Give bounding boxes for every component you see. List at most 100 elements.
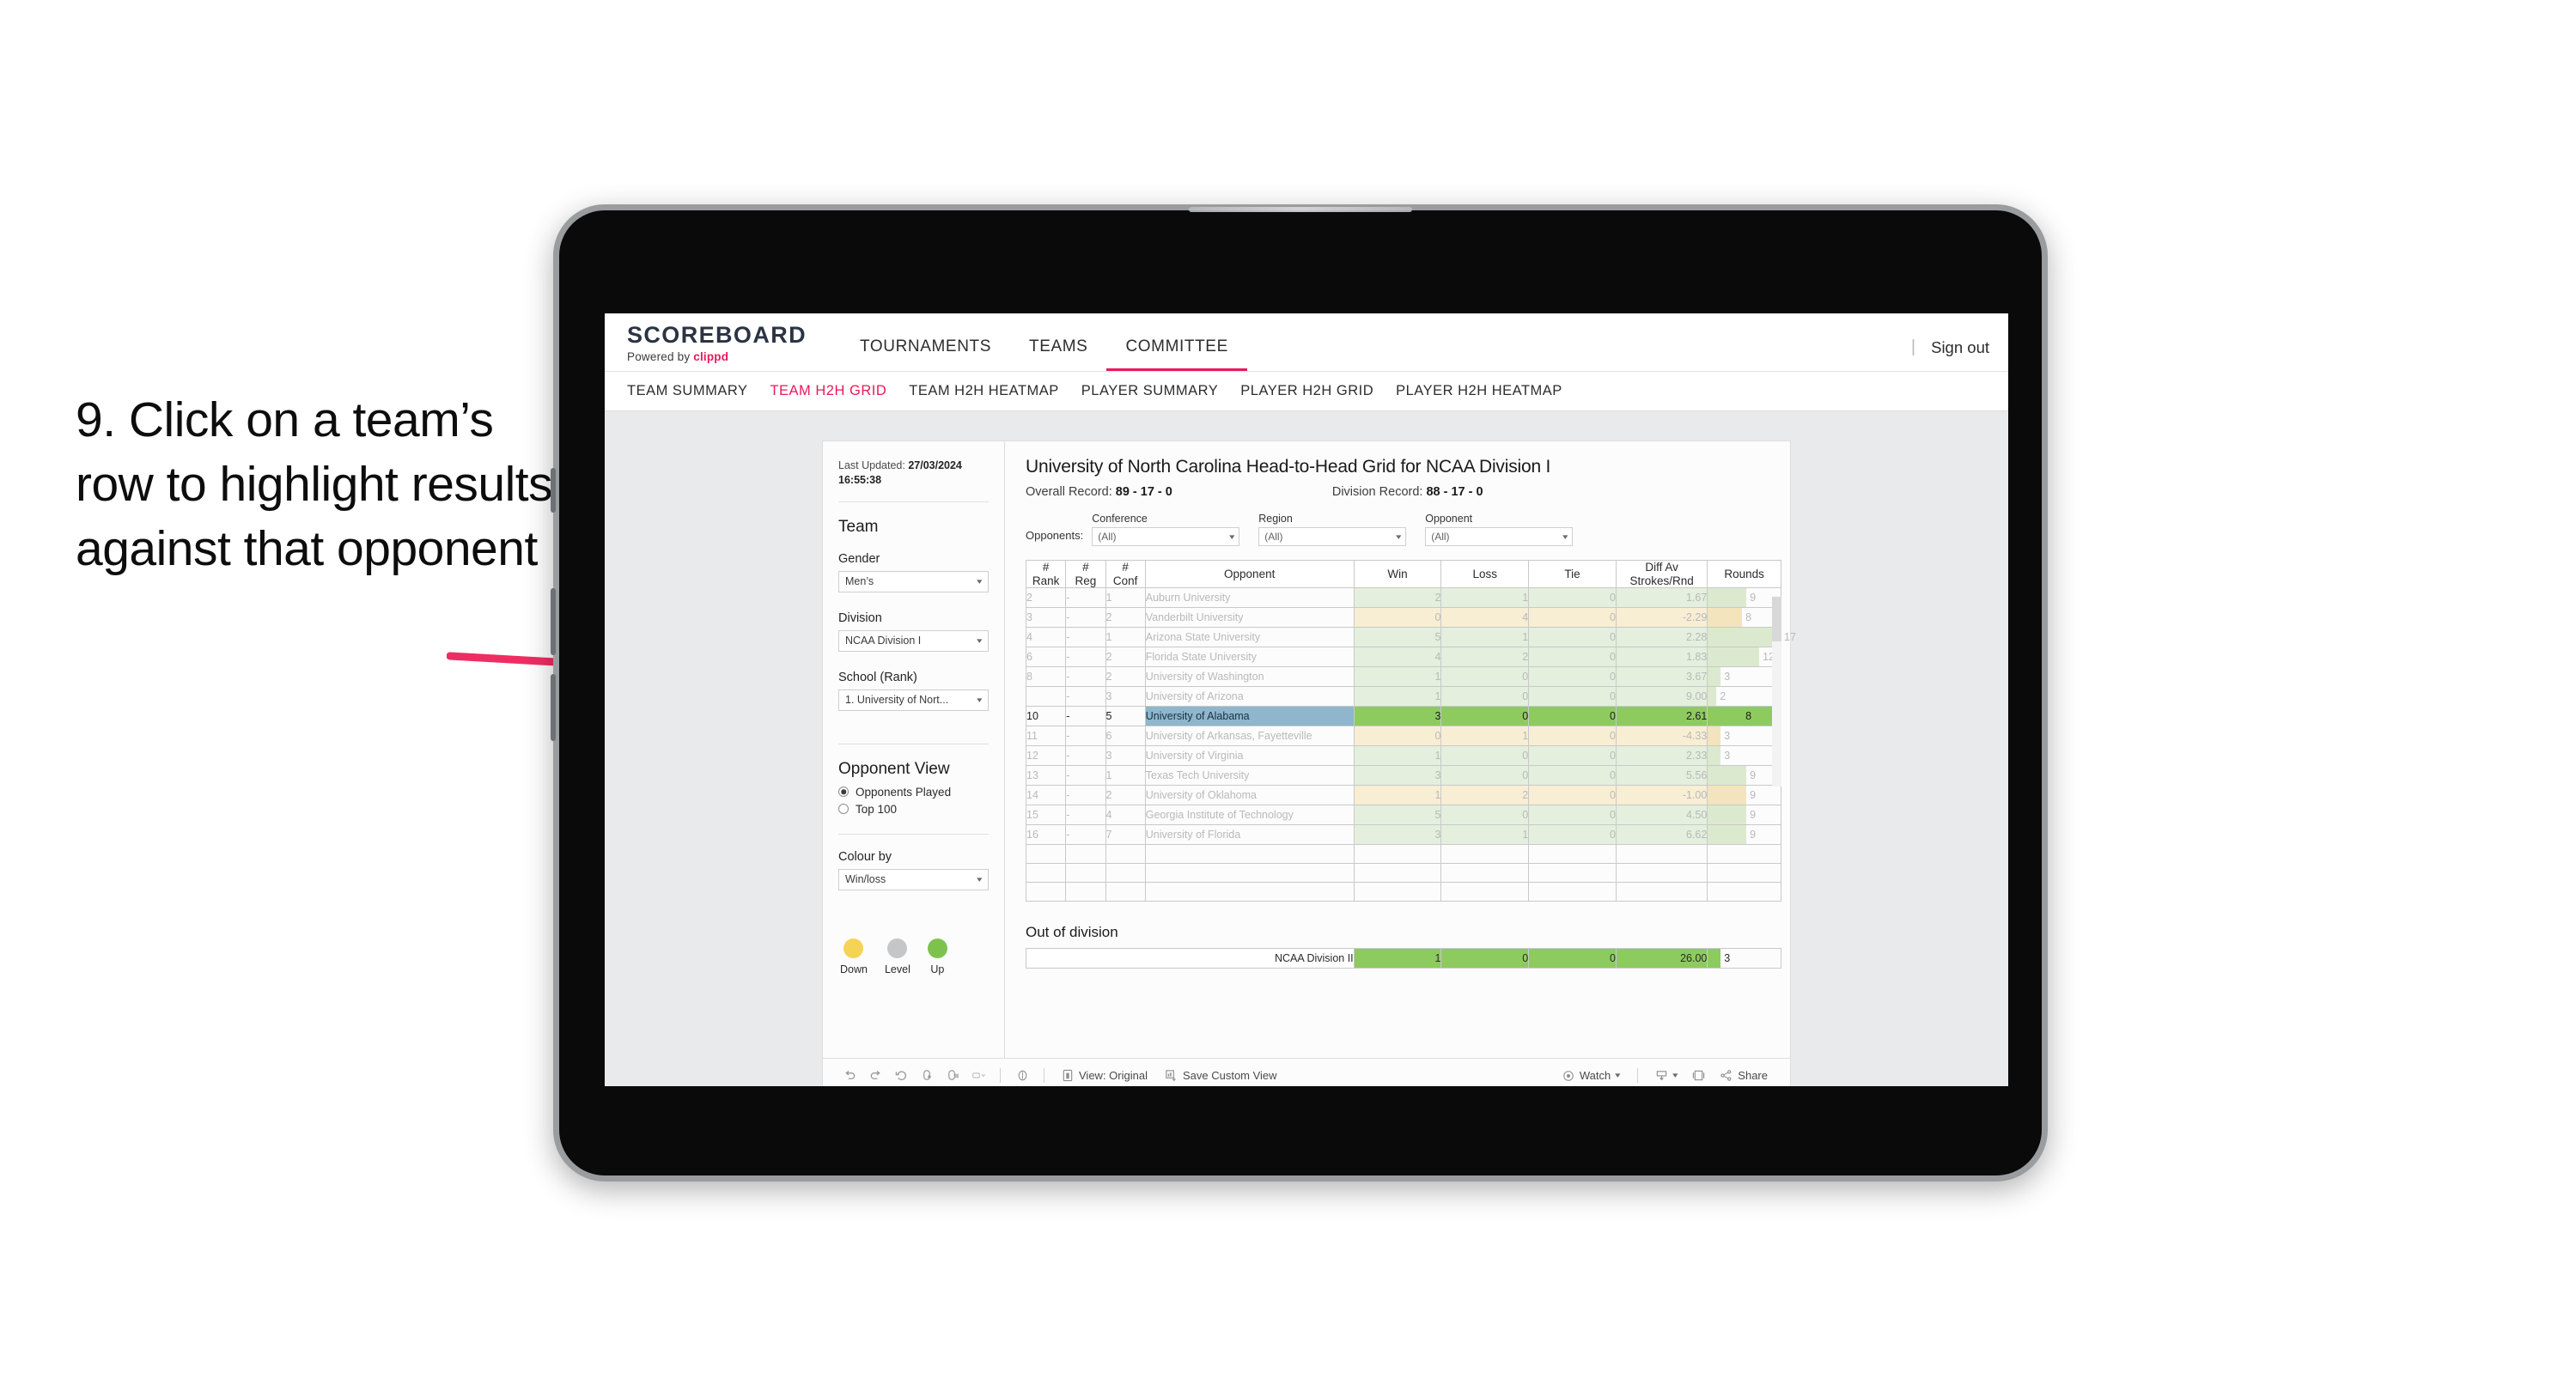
toolbar-right-group: Watch ▾ ▾ Share bbox=[1554, 1066, 1776, 1086]
cell-diff: 6.62 bbox=[1615, 824, 1708, 846]
cell-rounds: 3 bbox=[1707, 726, 1781, 747]
cell-rank: 2 bbox=[1025, 587, 1067, 609]
cell-empty bbox=[1025, 882, 1067, 902]
table-row[interactable]: 14-2 University of Oklahoma 1 2 0 -1.00 9 bbox=[1025, 785, 1781, 806]
cell-conf: 1 bbox=[1105, 587, 1146, 609]
cell-win: 0 bbox=[1353, 726, 1442, 747]
table-row[interactable]: 6-2 Florida State University 4 2 0 1.83 12 bbox=[1025, 647, 1781, 668]
presentation-icon[interactable] bbox=[1009, 1066, 1035, 1086]
col-loss[interactable]: Loss bbox=[1440, 559, 1530, 589]
filter-region-select[interactable]: (All) ▾ bbox=[1258, 527, 1407, 546]
table-row[interactable]: 11-6 University of Arkansas, Fayetteville… bbox=[1025, 726, 1781, 747]
cell-opponent: University of Washington bbox=[1144, 666, 1355, 688]
legend-swatch-up bbox=[927, 938, 947, 958]
browser-viewport: SCOREBOARD Powered by clippd TOURNAMENTS… bbox=[605, 313, 2008, 1086]
highlight-icon[interactable] bbox=[965, 1066, 991, 1086]
download-button[interactable]: ▾ bbox=[1647, 1069, 1686, 1082]
col-rounds[interactable]: Rounds bbox=[1707, 559, 1781, 589]
cell-rounds: 3 bbox=[1707, 666, 1781, 688]
filter-region-value: (All) bbox=[1264, 531, 1283, 543]
sign-out-link[interactable]: Sign out bbox=[1931, 338, 1989, 357]
subnav-item-team-h2h-heatmap[interactable]: TEAM H2H HEATMAP bbox=[909, 383, 1081, 399]
colour-by-select[interactable]: Win/loss ▾ bbox=[838, 868, 989, 890]
division-record: Division Record: 88 - 17 - 0 bbox=[1332, 485, 1483, 499]
col-conf[interactable]: # Conf bbox=[1105, 559, 1146, 589]
toolbar-divider bbox=[1636, 1068, 1638, 1083]
cell-empty bbox=[1025, 844, 1067, 865]
brand-subtitle: Powered by clippd bbox=[627, 350, 807, 363]
nav-item-teams[interactable]: TEAMS bbox=[1010, 338, 1106, 371]
cell-empty bbox=[1105, 863, 1146, 884]
subnav-item-team-h2h-grid[interactable]: TEAM H2H GRID bbox=[770, 383, 909, 399]
table-row[interactable]: 8-2 University of Washington 1 0 0 3.67 3 bbox=[1025, 666, 1781, 688]
cell-reg: - bbox=[1065, 686, 1106, 708]
radio-selected-icon bbox=[838, 787, 849, 798]
ood-win: 1 bbox=[1353, 948, 1442, 969]
redo-icon[interactable] bbox=[862, 1066, 888, 1086]
pause-icon[interactable] bbox=[940, 1066, 965, 1086]
radio-opponents-played[interactable]: Opponents Played bbox=[838, 786, 989, 799]
cell-empty bbox=[1440, 844, 1530, 865]
cell-tie: 0 bbox=[1528, 805, 1617, 826]
table-row[interactable]: 10-5 University of Alabama 3 0 0 2.61 8 bbox=[1025, 706, 1781, 727]
filter-conference-select[interactable]: (All) ▾ bbox=[1092, 527, 1240, 546]
save-custom-view-button[interactable]: Save Custom View bbox=[1156, 1069, 1286, 1082]
table-row[interactable]: 12-3 University of Virginia 1 0 0 2.33 3 bbox=[1025, 745, 1781, 767]
school-select[interactable]: 1. University of Nort... ▾ bbox=[838, 689, 989, 711]
cell-win: 1 bbox=[1353, 745, 1442, 767]
table-row[interactable]: -3 University of Arizona 1 0 0 9.00 2 bbox=[1025, 686, 1781, 708]
col-rank[interactable]: # Rank bbox=[1025, 559, 1067, 589]
cell-empty bbox=[1707, 863, 1781, 884]
grid-vertical-scrollbar[interactable] bbox=[1772, 597, 1781, 787]
share-button[interactable]: Share bbox=[1711, 1069, 1776, 1082]
table-row[interactable]: 3-2 Vanderbilt University 0 4 0 -2.29 8 bbox=[1025, 607, 1781, 629]
cell-tie: 0 bbox=[1528, 824, 1617, 846]
division-record-label: Division Record: bbox=[1331, 485, 1427, 499]
division-select[interactable]: NCAA Division I ▾ bbox=[838, 629, 989, 652]
cell-win: 1 bbox=[1353, 686, 1442, 708]
gender-select[interactable]: Men’s ▾ bbox=[838, 570, 989, 592]
undo-icon[interactable] bbox=[837, 1066, 862, 1086]
cell-diff: 1.67 bbox=[1615, 587, 1708, 609]
table-row[interactable]: 13-1 Texas Tech University 3 0 0 5.56 9 bbox=[1025, 765, 1781, 787]
fullscreen-icon[interactable] bbox=[1685, 1066, 1711, 1086]
table-row-empty bbox=[1025, 863, 1781, 884]
chevron-down-icon: ▾ bbox=[1395, 532, 1402, 541]
cell-conf: 2 bbox=[1105, 785, 1146, 806]
grid-scrollbar-thumb[interactable] bbox=[1772, 597, 1781, 641]
legend-item-level: Level bbox=[885, 938, 910, 975]
cell-diff: 2.33 bbox=[1615, 745, 1708, 767]
subnav-item-team-summary[interactable]: TEAM SUMMARY bbox=[627, 383, 770, 399]
save-custom-view-label: Save Custom View bbox=[1182, 1069, 1277, 1082]
table-row[interactable]: 15-4 Georgia Institute of Technology 5 0 0 4.… bbox=[1025, 805, 1781, 826]
table-row[interactable]: 2-1 Auburn University 2 1 0 1.67 9 bbox=[1025, 587, 1781, 609]
cell-tie: 0 bbox=[1528, 785, 1617, 806]
cell-win: 5 bbox=[1353, 627, 1442, 648]
school-label: School (Rank) bbox=[838, 670, 917, 684]
nav-item-committee[interactable]: COMMITTEE bbox=[1106, 338, 1247, 371]
subnav-item-player-summary[interactable]: PLAYER SUMMARY bbox=[1081, 383, 1241, 399]
col-tie[interactable]: Tie bbox=[1528, 559, 1617, 589]
subnav-item-player-h2h-grid[interactable]: PLAYER H2H GRID bbox=[1240, 383, 1396, 399]
chevron-down-icon: ▾ bbox=[1228, 532, 1235, 541]
table-row[interactable]: 4-1 Arizona State University 5 1 0 2.28 17 bbox=[1025, 627, 1796, 648]
filter-opponent-select[interactable]: (All) ▾ bbox=[1425, 527, 1574, 546]
col-win[interactable]: Win bbox=[1353, 559, 1442, 589]
nav-item-tournaments[interactable]: TOURNAMENTS bbox=[841, 338, 1010, 371]
revert-icon[interactable] bbox=[888, 1066, 914, 1086]
cell-reg: - bbox=[1065, 627, 1106, 648]
radio-top-100[interactable]: Top 100 bbox=[838, 803, 989, 816]
col-reg[interactable]: # Reg bbox=[1065, 559, 1106, 589]
refresh-icon[interactable] bbox=[914, 1066, 940, 1086]
out-of-division-row[interactable]: NCAA Division II 1 0 0 26.00 3 bbox=[1026, 948, 1781, 969]
filter-region: Region (All) ▾ bbox=[1258, 513, 1407, 546]
table-row[interactable]: 16-7 University of Florida 3 1 0 6.62 9 bbox=[1025, 824, 1781, 846]
col-diff[interactable]: Diff Av Strokes/Rnd bbox=[1615, 559, 1708, 589]
col-opponent[interactable]: Opponent bbox=[1144, 559, 1355, 589]
watch-button[interactable]: Watch ▾ bbox=[1554, 1069, 1629, 1082]
sheet-body: Last Updated: 27/03/2024 16:55:38 Team G… bbox=[823, 441, 1796, 1058]
cell-reg: - bbox=[1065, 706, 1106, 727]
subnav-item-player-h2h-heatmap[interactable]: PLAYER H2H HEATMAP bbox=[1396, 383, 1585, 399]
gender-label: Gender bbox=[838, 551, 880, 566]
view-original-button[interactable]: View: Original bbox=[1053, 1069, 1156, 1082]
